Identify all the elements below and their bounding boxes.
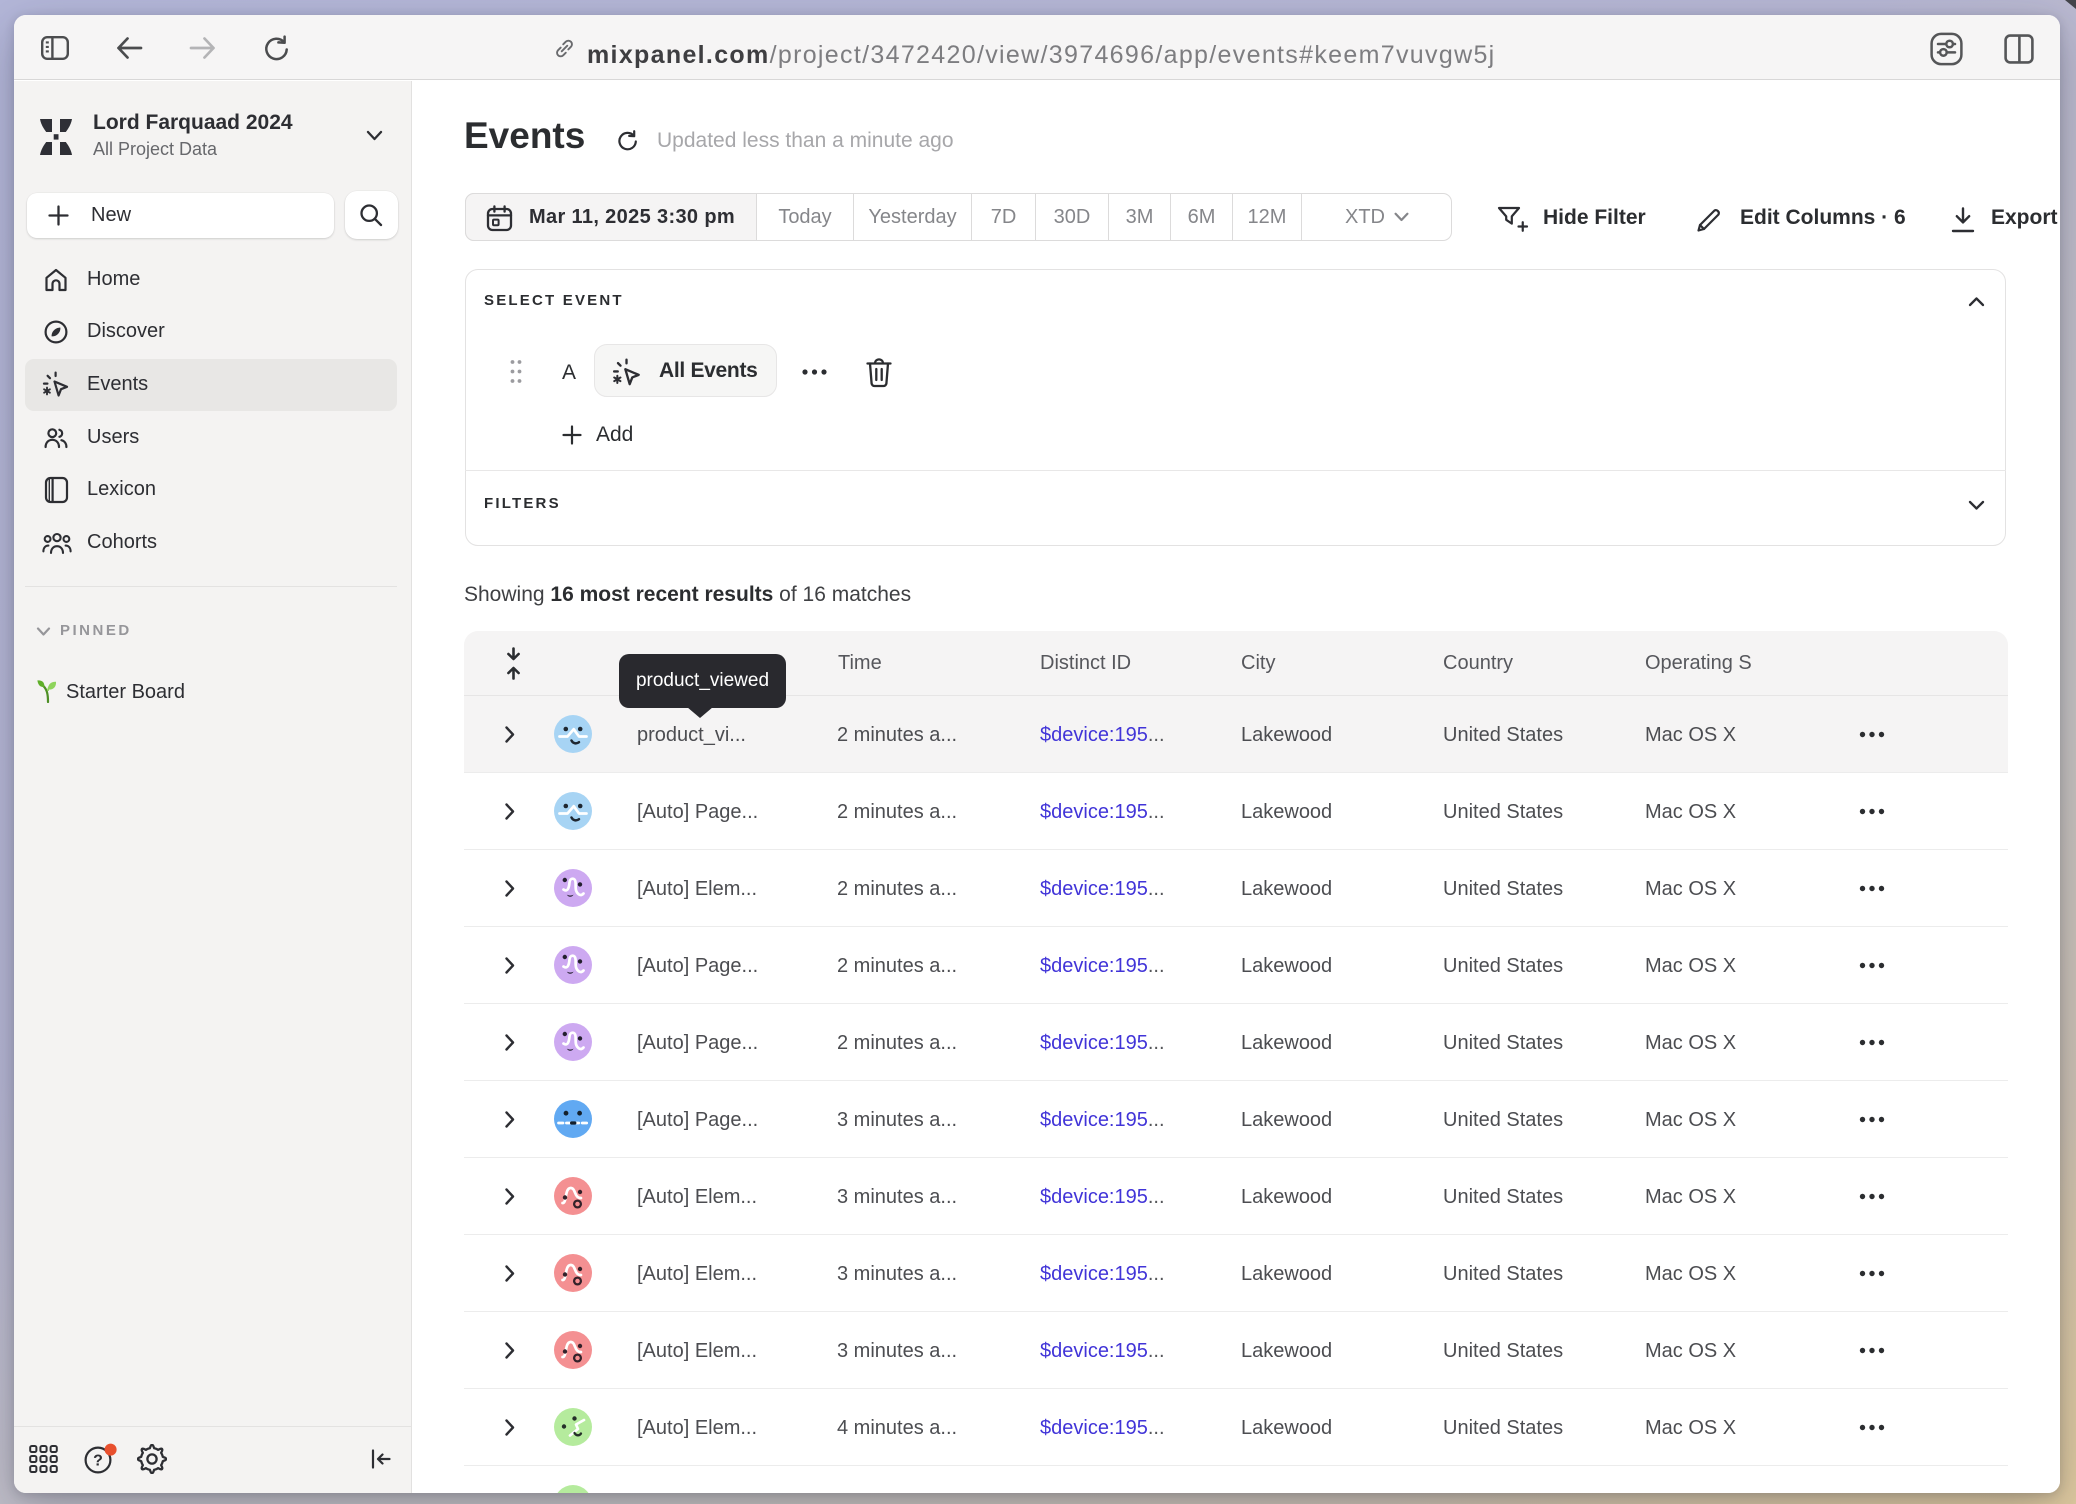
svg-text:?: ? bbox=[93, 1453, 103, 1470]
